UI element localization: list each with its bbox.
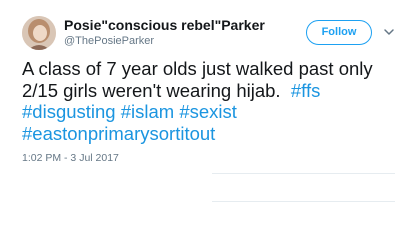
hashtag-link[interactable]: #sexist xyxy=(179,101,237,122)
divider xyxy=(212,173,395,174)
tweet-timestamp[interactable]: 1:02 PM - 3 Jul 2017 xyxy=(22,152,119,164)
tweet-text-line-2: 2/15 girls weren't wearing hijab. xyxy=(22,79,281,101)
hashtag-link[interactable]: #disgusting xyxy=(22,101,116,122)
chevron-down-icon[interactable] xyxy=(383,26,395,38)
divider xyxy=(212,201,395,202)
author-handle[interactable]: @ThePosieParker xyxy=(64,35,154,47)
hashtag-link[interactable]: #islam xyxy=(121,101,174,122)
tweet-text: A class of 7 year olds just walked past … xyxy=(22,58,407,144)
avatar[interactable] xyxy=(22,16,56,50)
tweet-text-line-1: A class of 7 year olds just walked past … xyxy=(22,58,373,79)
hashtag-link[interactable]: #eastonprimarysortitout xyxy=(22,123,215,144)
hashtag-link[interactable]: #ffs xyxy=(291,80,320,101)
author-display-name[interactable]: Posie"conscious rebel"Parker xyxy=(64,17,265,33)
follow-button[interactable]: Follow xyxy=(306,20,372,45)
